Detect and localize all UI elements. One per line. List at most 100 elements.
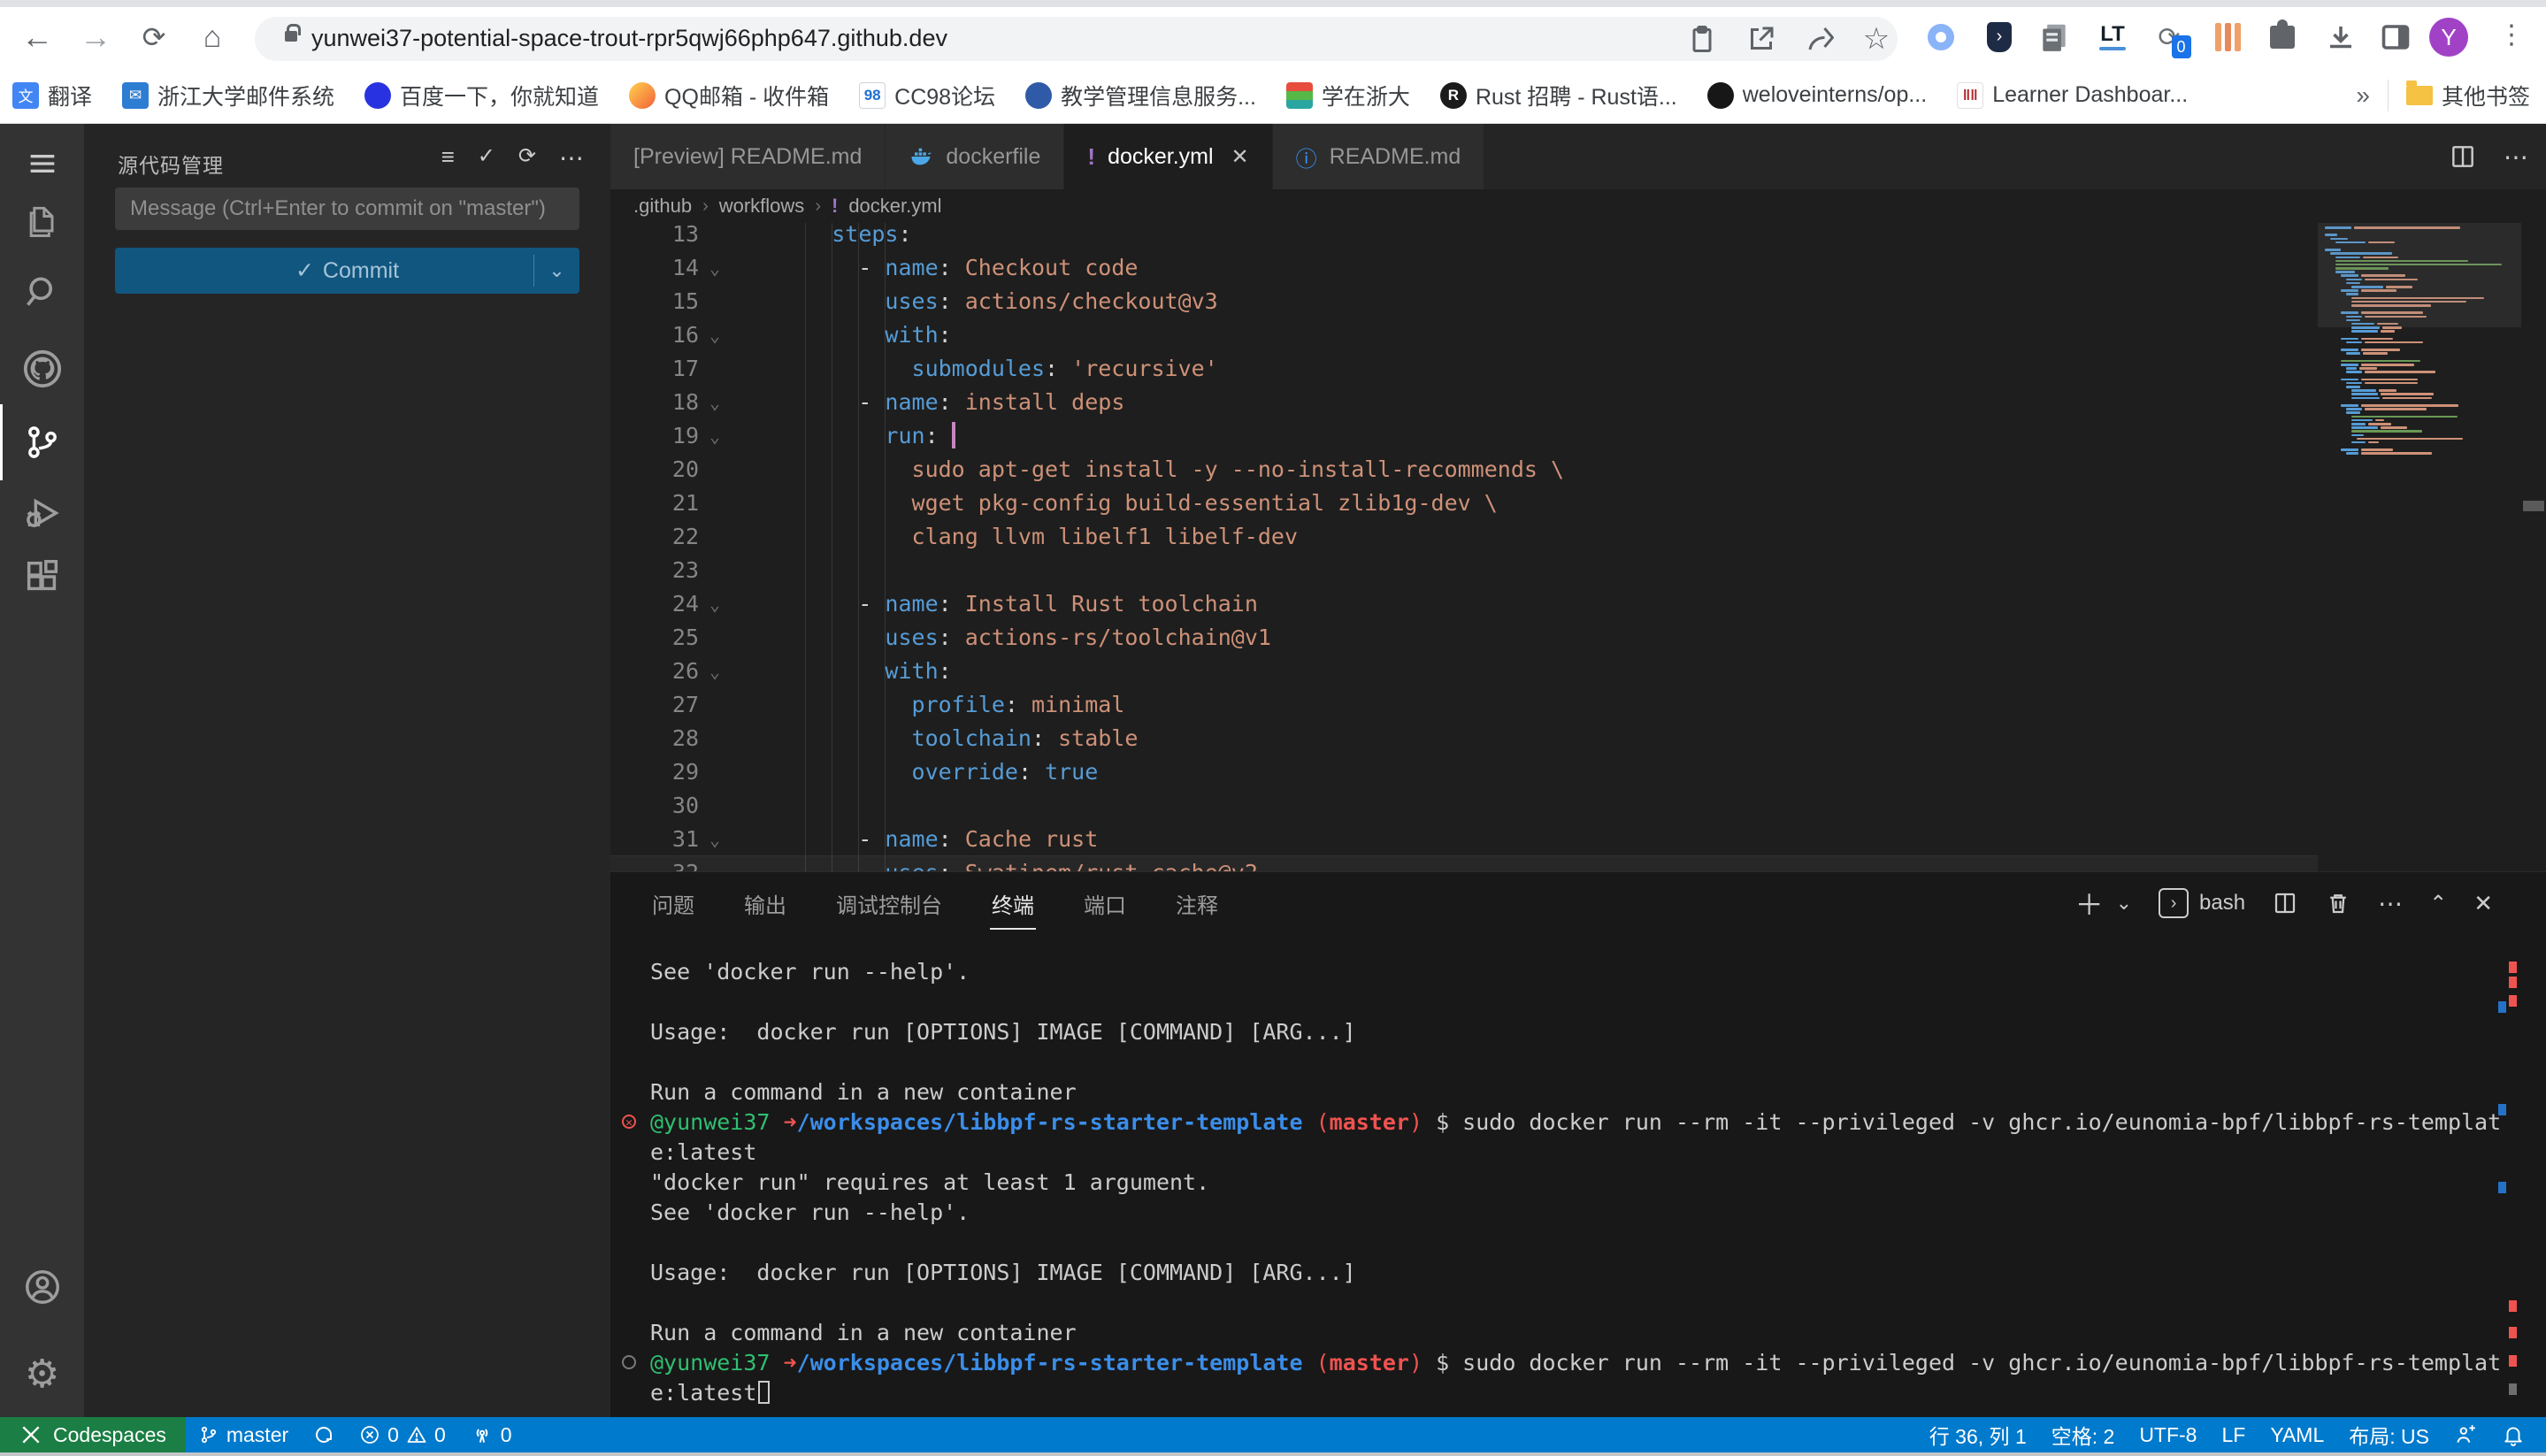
bookmark-item[interactable]: 教学管理信息服务... [1025, 80, 1256, 111]
extension-ring-icon[interactable] [1923, 19, 1959, 55]
editor-tab[interactable]: dockerfile [886, 124, 1064, 189]
url-text[interactable]: yunwei37-potential-space-trout-rpr5qwj66… [311, 25, 947, 52]
more-actions-icon[interactable]: ⋯ [559, 143, 584, 172]
crayons-extension-icon[interactable] [2210, 19, 2245, 55]
editor-tab[interactable]: [Preview] README.md [610, 124, 886, 189]
cursor-position[interactable]: 行 36, 列 1 [1917, 1417, 2039, 1452]
address-bar[interactable]: yunwei37-potential-space-trout-rpr5qwj66… [255, 17, 1898, 61]
extensions-puzzle-icon[interactable] [2265, 19, 2300, 55]
breadcrumb-item[interactable]: workflows [719, 195, 805, 218]
code-line[interactable]: 16⌄ with: [610, 318, 2318, 352]
bookmark-item[interactable]: RRust 招聘 - Rust语... [1440, 80, 1677, 111]
bookmark-item[interactable]: ‖‖Learner Dashboar... [1957, 82, 2188, 109]
account-icon[interactable] [0, 1252, 84, 1322]
back-icon[interactable]: ← [16, 16, 58, 58]
branch-indicator[interactable]: master [186, 1417, 301, 1452]
profile-avatar[interactable]: Y [2429, 18, 2468, 57]
panel-tab[interactable]: 注释 [1174, 876, 1220, 931]
terminal-dropdown-icon[interactable]: ⌄ [2116, 892, 2132, 915]
extension-notes-icon[interactable] [2036, 19, 2072, 55]
run-debug-icon[interactable] [0, 478, 84, 548]
terminal-shell-label[interactable]: bash [2199, 891, 2245, 916]
code-line[interactable]: 30 [610, 789, 2318, 823]
panel-more-icon[interactable]: ⋯ [2378, 889, 2403, 918]
sync-extension-icon[interactable]: ⟳0 [2151, 19, 2187, 55]
bookmarks-overflow-icon[interactable]: » [2356, 81, 2370, 110]
code-line[interactable]: 22 clang llvm libelf1 libelf-dev [610, 520, 2318, 554]
editor-tab[interactable]: !docker.yml✕ [1064, 124, 1272, 189]
code-line[interactable]: 32 uses: Swatinem/rust-cache@v2 [610, 856, 2318, 871]
feedback-icon[interactable] [2442, 1417, 2489, 1452]
code-line[interactable]: 26⌄ with: [610, 655, 2318, 688]
remote-indicator[interactable]: Codespaces [0, 1417, 186, 1452]
eol-sequence[interactable]: LF [2209, 1417, 2258, 1452]
bookmark-item[interactable]: weloveinterns/op... [1707, 82, 1927, 109]
code-editor[interactable]: 13 steps:14⌄ - name: Checkout code15 use… [610, 223, 2318, 871]
home-icon[interactable]: ⌂ [191, 16, 234, 58]
bookmark-item[interactable]: QQ邮箱 - 收件箱 [629, 80, 829, 111]
minimap-viewport[interactable] [2318, 223, 2521, 327]
code-line[interactable]: 31⌄ - name: Cache rust [610, 823, 2318, 856]
panel-tab[interactable]: 输出 [742, 876, 788, 931]
panel-tab[interactable]: 调试控制台 [834, 876, 944, 931]
github-icon[interactable] [0, 333, 84, 404]
bookmark-item[interactable]: 文翻译 [12, 80, 92, 111]
close-tab-icon[interactable]: ✕ [1231, 144, 1249, 170]
forward-icon[interactable]: → [74, 16, 117, 58]
code-line[interactable]: 21 wget pkg-config build-essential zlib1… [610, 487, 2318, 520]
code-line[interactable]: 17 submodules: 'recursive' [610, 352, 2318, 386]
notifications-bell-icon[interactable] [2489, 1417, 2537, 1452]
source-control-icon[interactable] [0, 407, 84, 478]
code-line[interactable]: 24⌄ - name: Install Rust toolchain [610, 587, 2318, 621]
editor-more-icon[interactable]: ⋯ [2504, 142, 2528, 172]
new-terminal-icon[interactable]: ＋ [2075, 883, 2104, 923]
breadcrumb-item[interactable]: .github [633, 195, 692, 218]
clipboard-icon[interactable] [1686, 23, 1718, 55]
code-line[interactable]: 18⌄ - name: install deps [610, 386, 2318, 419]
panel-tab[interactable]: 问题 [650, 876, 696, 931]
fold-chevron-icon[interactable]: ⌄ [709, 587, 720, 621]
extension-shield-icon[interactable]: › [1982, 19, 2017, 55]
settings-gear-icon[interactable]: ⚙ [0, 1338, 84, 1409]
code-line[interactable]: 25 uses: actions-rs/toolchain@v1 [610, 621, 2318, 655]
split-editor-icon[interactable] [2449, 142, 2477, 171]
sync-status[interactable] [301, 1417, 347, 1452]
split-terminal-icon[interactable] [2272, 890, 2298, 916]
code-line[interactable]: 14⌄ - name: Checkout code [610, 251, 2318, 285]
code-line[interactable]: 15 uses: actions/checkout@v3 [610, 285, 2318, 318]
terminal-output[interactable]: See 'docker run --help'.Usage: docker ru… [610, 952, 2521, 1418]
editor-scrollbar[interactable] [2521, 223, 2546, 871]
bookmark-item[interactable]: 学在浙大 [1286, 80, 1410, 111]
fold-chevron-icon[interactable]: ⌄ [709, 419, 720, 453]
bookmark-star-icon[interactable]: ☆ [1860, 23, 1892, 55]
minimap[interactable] [2318, 223, 2521, 871]
commit-message-input[interactable] [115, 188, 579, 230]
code-line[interactable]: 13 steps: [610, 223, 2318, 251]
share-icon[interactable] [1805, 23, 1837, 55]
bookmark-item[interactable]: ✉浙江大学邮件系统 [122, 80, 334, 111]
fold-chevron-icon[interactable]: ⌄ [709, 823, 720, 856]
code-line[interactable]: 19⌄ run: [610, 419, 2318, 453]
view-as-list-icon[interactable]: ≡ [441, 143, 455, 172]
fold-chevron-icon[interactable]: ⌄ [709, 655, 720, 688]
code-line[interactable]: 29 override: true [610, 755, 2318, 789]
code-line[interactable]: 27 profile: minimal [610, 688, 2318, 722]
close-panel-icon[interactable]: ✕ [2473, 890, 2493, 917]
languagetool-icon[interactable]: LT [2095, 19, 2130, 55]
fold-chevron-icon[interactable]: ⌄ [709, 251, 720, 285]
code-line[interactable]: 20 sudo apt-get install -y --no-install-… [610, 453, 2318, 487]
code-line[interactable]: 28 toolchain: stable [610, 722, 2318, 755]
explorer-icon[interactable] [0, 186, 84, 257]
side-panel-icon[interactable] [2378, 19, 2413, 55]
open-in-new-icon[interactable] [1745, 23, 1777, 55]
indentation[interactable]: 空格: 2 [2039, 1417, 2128, 1452]
commit-check-icon[interactable]: ✓ [478, 143, 495, 172]
other-bookmarks[interactable]: 其他书签 [2406, 80, 2530, 111]
breadcrumb-item[interactable]: docker.yml [848, 195, 941, 218]
fold-chevron-icon[interactable]: ⌄ [709, 318, 720, 352]
browser-menu-icon[interactable]: ⋮ [2498, 19, 2525, 50]
extensions-icon[interactable] [0, 541, 84, 612]
language-mode[interactable]: YAML [2258, 1417, 2336, 1452]
panel-tab[interactable]: 终端 [990, 876, 1036, 931]
ports-indicator[interactable]: 0 [458, 1417, 525, 1452]
